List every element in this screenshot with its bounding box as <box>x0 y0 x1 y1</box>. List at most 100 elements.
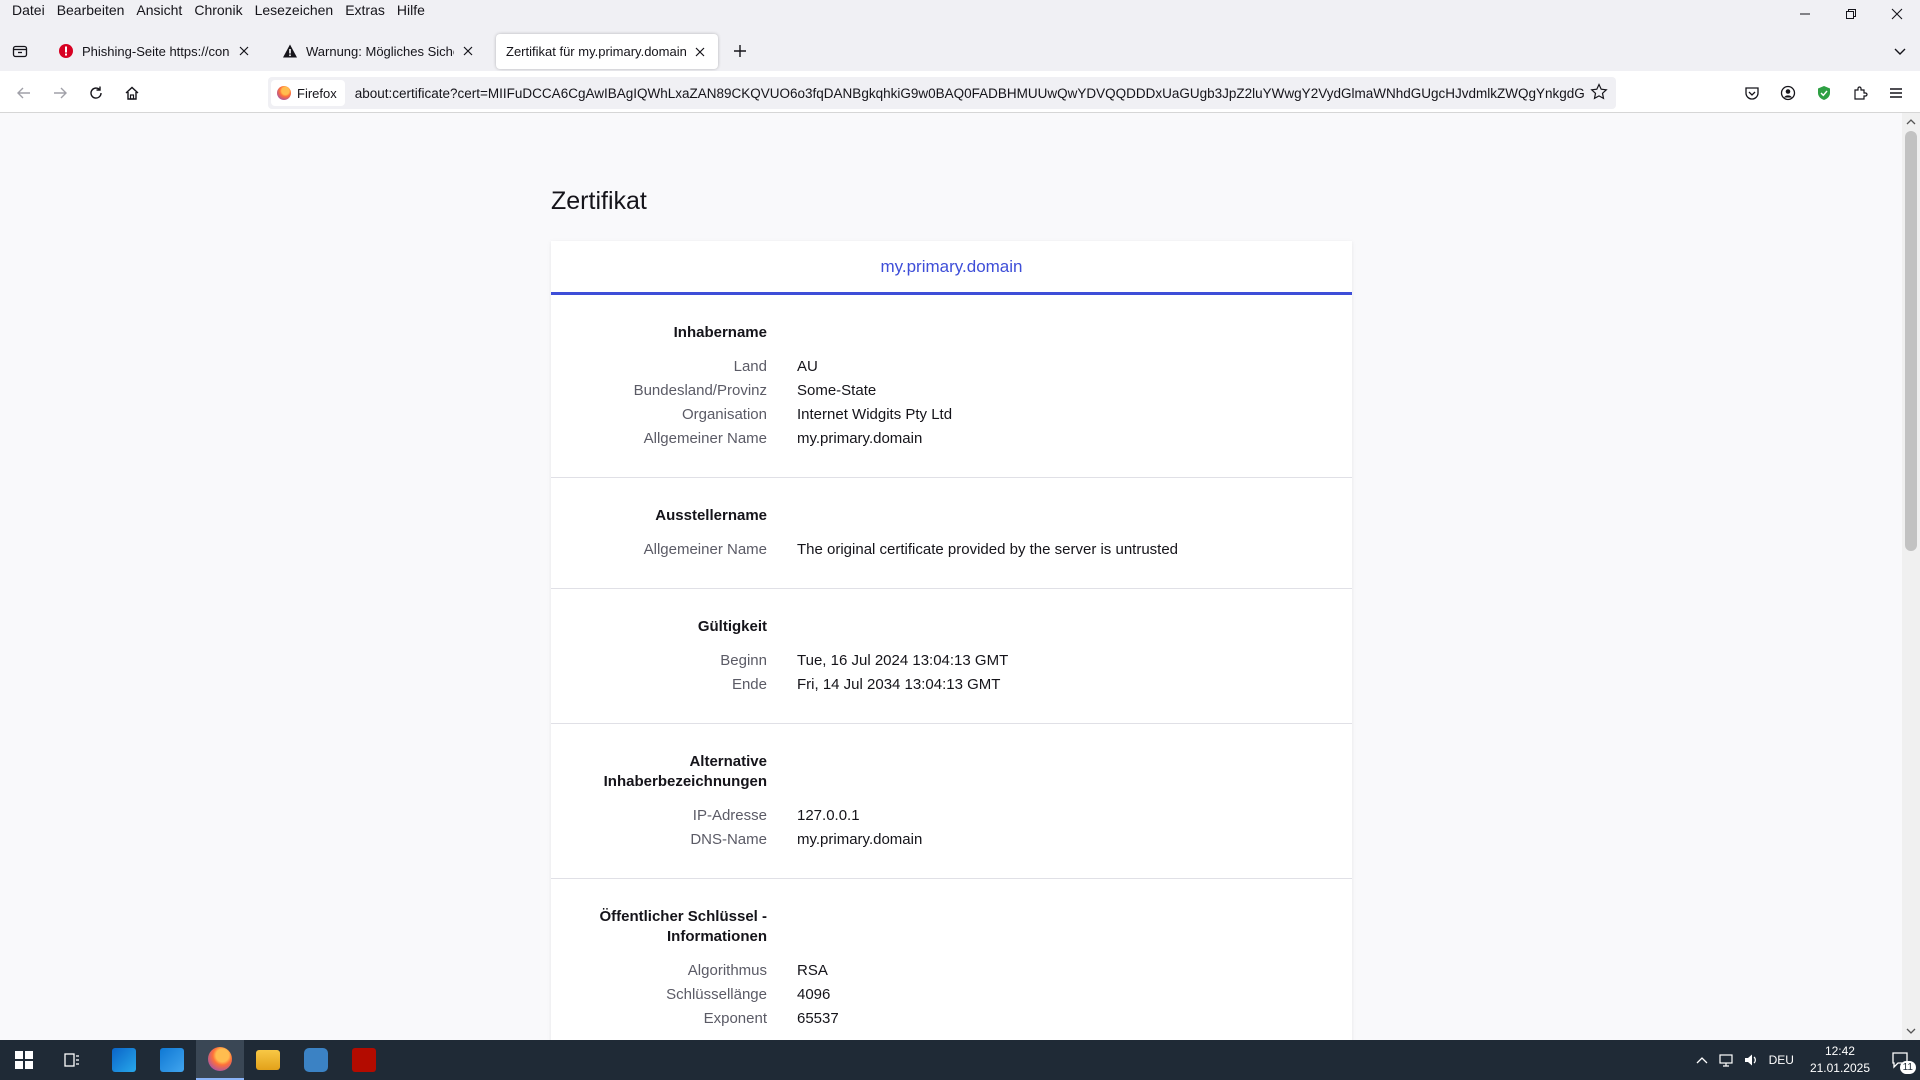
firefox-icon <box>208 1047 232 1071</box>
input-language[interactable]: DEU <box>1769 1053 1794 1067</box>
row-value: my.primary.domain <box>797 430 923 447</box>
taskbar-app[interactable] <box>292 1040 340 1080</box>
info-row: Exponent 65537 <box>551 1007 1352 1031</box>
adblock-extension-button[interactable] <box>1810 79 1838 107</box>
row-label: Ende <box>731 676 767 693</box>
chevron-down-icon <box>1894 48 1906 55</box>
san-heading-line1: Alternative <box>689 753 767 770</box>
minimize-icon <box>1800 13 1810 15</box>
menu-hilfe[interactable]: Hilfe <box>391 2 431 18</box>
section-heading: Gültigkeit <box>551 617 1352 637</box>
forward-button[interactable] <box>46 79 74 107</box>
row-label: Exponent <box>703 1010 767 1027</box>
reload-icon <box>90 86 102 99</box>
tab-close-button[interactable] <box>236 43 252 59</box>
close-icon <box>239 46 249 56</box>
tab-title: Warnung: Mögliches Sicherheit <box>306 43 454 59</box>
tab-phishing[interactable]: Phishing-Seite https://congstar <box>48 33 262 69</box>
pubkey-heading: Öffentlicher Schlüssel - Informationen <box>551 907 767 947</box>
notification-center-button[interactable]: 11 <box>1880 1040 1920 1080</box>
row-label: Land <box>733 358 767 375</box>
row-value: RSA <box>797 962 828 979</box>
app-icon <box>304 1048 328 1072</box>
close-icon <box>695 47 705 56</box>
windows-logo-icon <box>15 1051 33 1069</box>
network-icon[interactable] <box>1718 1052 1735 1068</box>
taskbar-outlook[interactable] <box>100 1040 148 1080</box>
tab-close-button[interactable] <box>692 44 708 60</box>
close-window-button[interactable] <box>1874 0 1920 28</box>
taskbar-store[interactable] <box>148 1040 196 1080</box>
pocket-button[interactable] <box>1738 79 1766 107</box>
extensions-button[interactable] <box>1846 79 1874 107</box>
taskbar-acrobat[interactable] <box>340 1040 388 1080</box>
row-value: 4096 <box>797 986 831 1003</box>
row-value: my.primary.domain <box>797 831 923 848</box>
row-label: Bundesland/Provinz <box>633 382 767 399</box>
tab-close-button[interactable] <box>460 43 476 59</box>
taskbar-firefox[interactable] <box>196 1040 244 1080</box>
back-button[interactable] <box>10 79 38 107</box>
identity-box[interactable]: Firefox <box>271 80 345 106</box>
public-key-section: Öffentlicher Schlüssel - Informationen A… <box>551 879 1352 1040</box>
url-text[interactable]: about:certificate?cert=MIIFuDCCA6CgAwIBA… <box>355 86 1585 101</box>
app-menu-button[interactable] <box>1882 79 1910 107</box>
volume-icon[interactable] <box>1743 1052 1759 1068</box>
arrow-left-icon <box>17 87 30 99</box>
scroll-down-icon[interactable] <box>1902 1024 1920 1038</box>
row-label: Allgemeiner Name <box>643 541 767 558</box>
row-value: Some-State <box>797 382 877 399</box>
row-label: Algorithmus <box>687 962 767 979</box>
scroll-up-icon[interactable] <box>1902 115 1920 129</box>
row-label: Organisation <box>681 406 767 423</box>
san-heading: Alternative Inhaberbezeichnungen <box>551 752 767 792</box>
restore-button[interactable] <box>1828 0 1874 28</box>
menu-bearbeiten[interactable]: Bearbeiten <box>51 2 131 18</box>
home-button[interactable] <box>118 79 146 107</box>
tab-security-warning[interactable]: Warnung: Mögliches Sicherheit <box>272 33 486 69</box>
taskbar-file-explorer[interactable] <box>244 1040 292 1080</box>
task-view-icon <box>64 1053 79 1067</box>
home-icon <box>125 86 139 100</box>
info-row: Schlüssellänge 4096 <box>551 983 1352 1007</box>
window-controls <box>1782 0 1920 28</box>
menu-chronik[interactable]: Chronik <box>188 2 248 18</box>
list-all-tabs-button[interactable] <box>1886 37 1914 65</box>
bookmark-star-button[interactable] <box>1590 83 1608 106</box>
row-value: AU <box>797 358 818 375</box>
minimize-button[interactable] <box>1782 0 1828 28</box>
tab-certificate[interactable]: Zertifikat für my.primary.domain <box>496 34 718 69</box>
new-tab-button[interactable] <box>726 37 754 65</box>
pubkey-heading-line2: Informationen <box>667 928 767 945</box>
section-heading: Öffentlicher Schlüssel - Informationen <box>551 907 1352 947</box>
row-value: 65537 <box>797 1010 839 1027</box>
menu-datei[interactable]: Datei <box>6 2 51 18</box>
row-value: Tue, 16 Jul 2024 13:04:13 GMT <box>797 652 1009 669</box>
tab-strip: Phishing-Seite https://congstar Warnung:… <box>0 33 1920 71</box>
info-row: IP-Adresse 127.0.0.1 <box>551 804 1352 828</box>
menu-lesezeichen[interactable]: Lesezeichen <box>249 2 340 18</box>
reload-button[interactable] <box>82 79 110 107</box>
account-button[interactable] <box>1774 79 1802 107</box>
task-view-button[interactable] <box>48 1040 96 1080</box>
section-heading: Inhabername <box>551 323 1352 343</box>
vertical-scrollbar[interactable] <box>1902 113 1920 1040</box>
outlook-icon <box>112 1048 136 1072</box>
menu-extras[interactable]: Extras <box>339 2 391 18</box>
hamburger-menu-icon <box>1890 88 1902 98</box>
start-button[interactable] <box>0 1040 48 1080</box>
url-bar[interactable]: Firefox about:certificate?cert=MIIFuDCCA… <box>268 77 1616 109</box>
firefox-view-button[interactable] <box>6 37 34 65</box>
tab-certificate-domain[interactable]: my.primary.domain <box>551 241 1352 295</box>
clock[interactable]: 12:42 21.01.2025 <box>1810 1043 1870 1077</box>
menu-ansicht[interactable]: Ansicht <box>130 2 188 18</box>
scrollbar-thumb[interactable] <box>1905 131 1917 551</box>
page-content: Zertifikat my.primary.domain Inhabername… <box>0 113 1902 1040</box>
star-icon <box>1590 83 1608 100</box>
chevron-up-icon[interactable] <box>1695 1053 1709 1067</box>
row-value: Internet Widgits Pty Ltd <box>797 406 953 423</box>
close-icon <box>463 46 473 56</box>
section-heading: Ausstellername <box>551 506 1352 526</box>
subject-name-section: Inhabername Land AU Bundesland/Provinz S… <box>551 295 1352 478</box>
validity-heading: Gültigkeit <box>697 618 767 635</box>
